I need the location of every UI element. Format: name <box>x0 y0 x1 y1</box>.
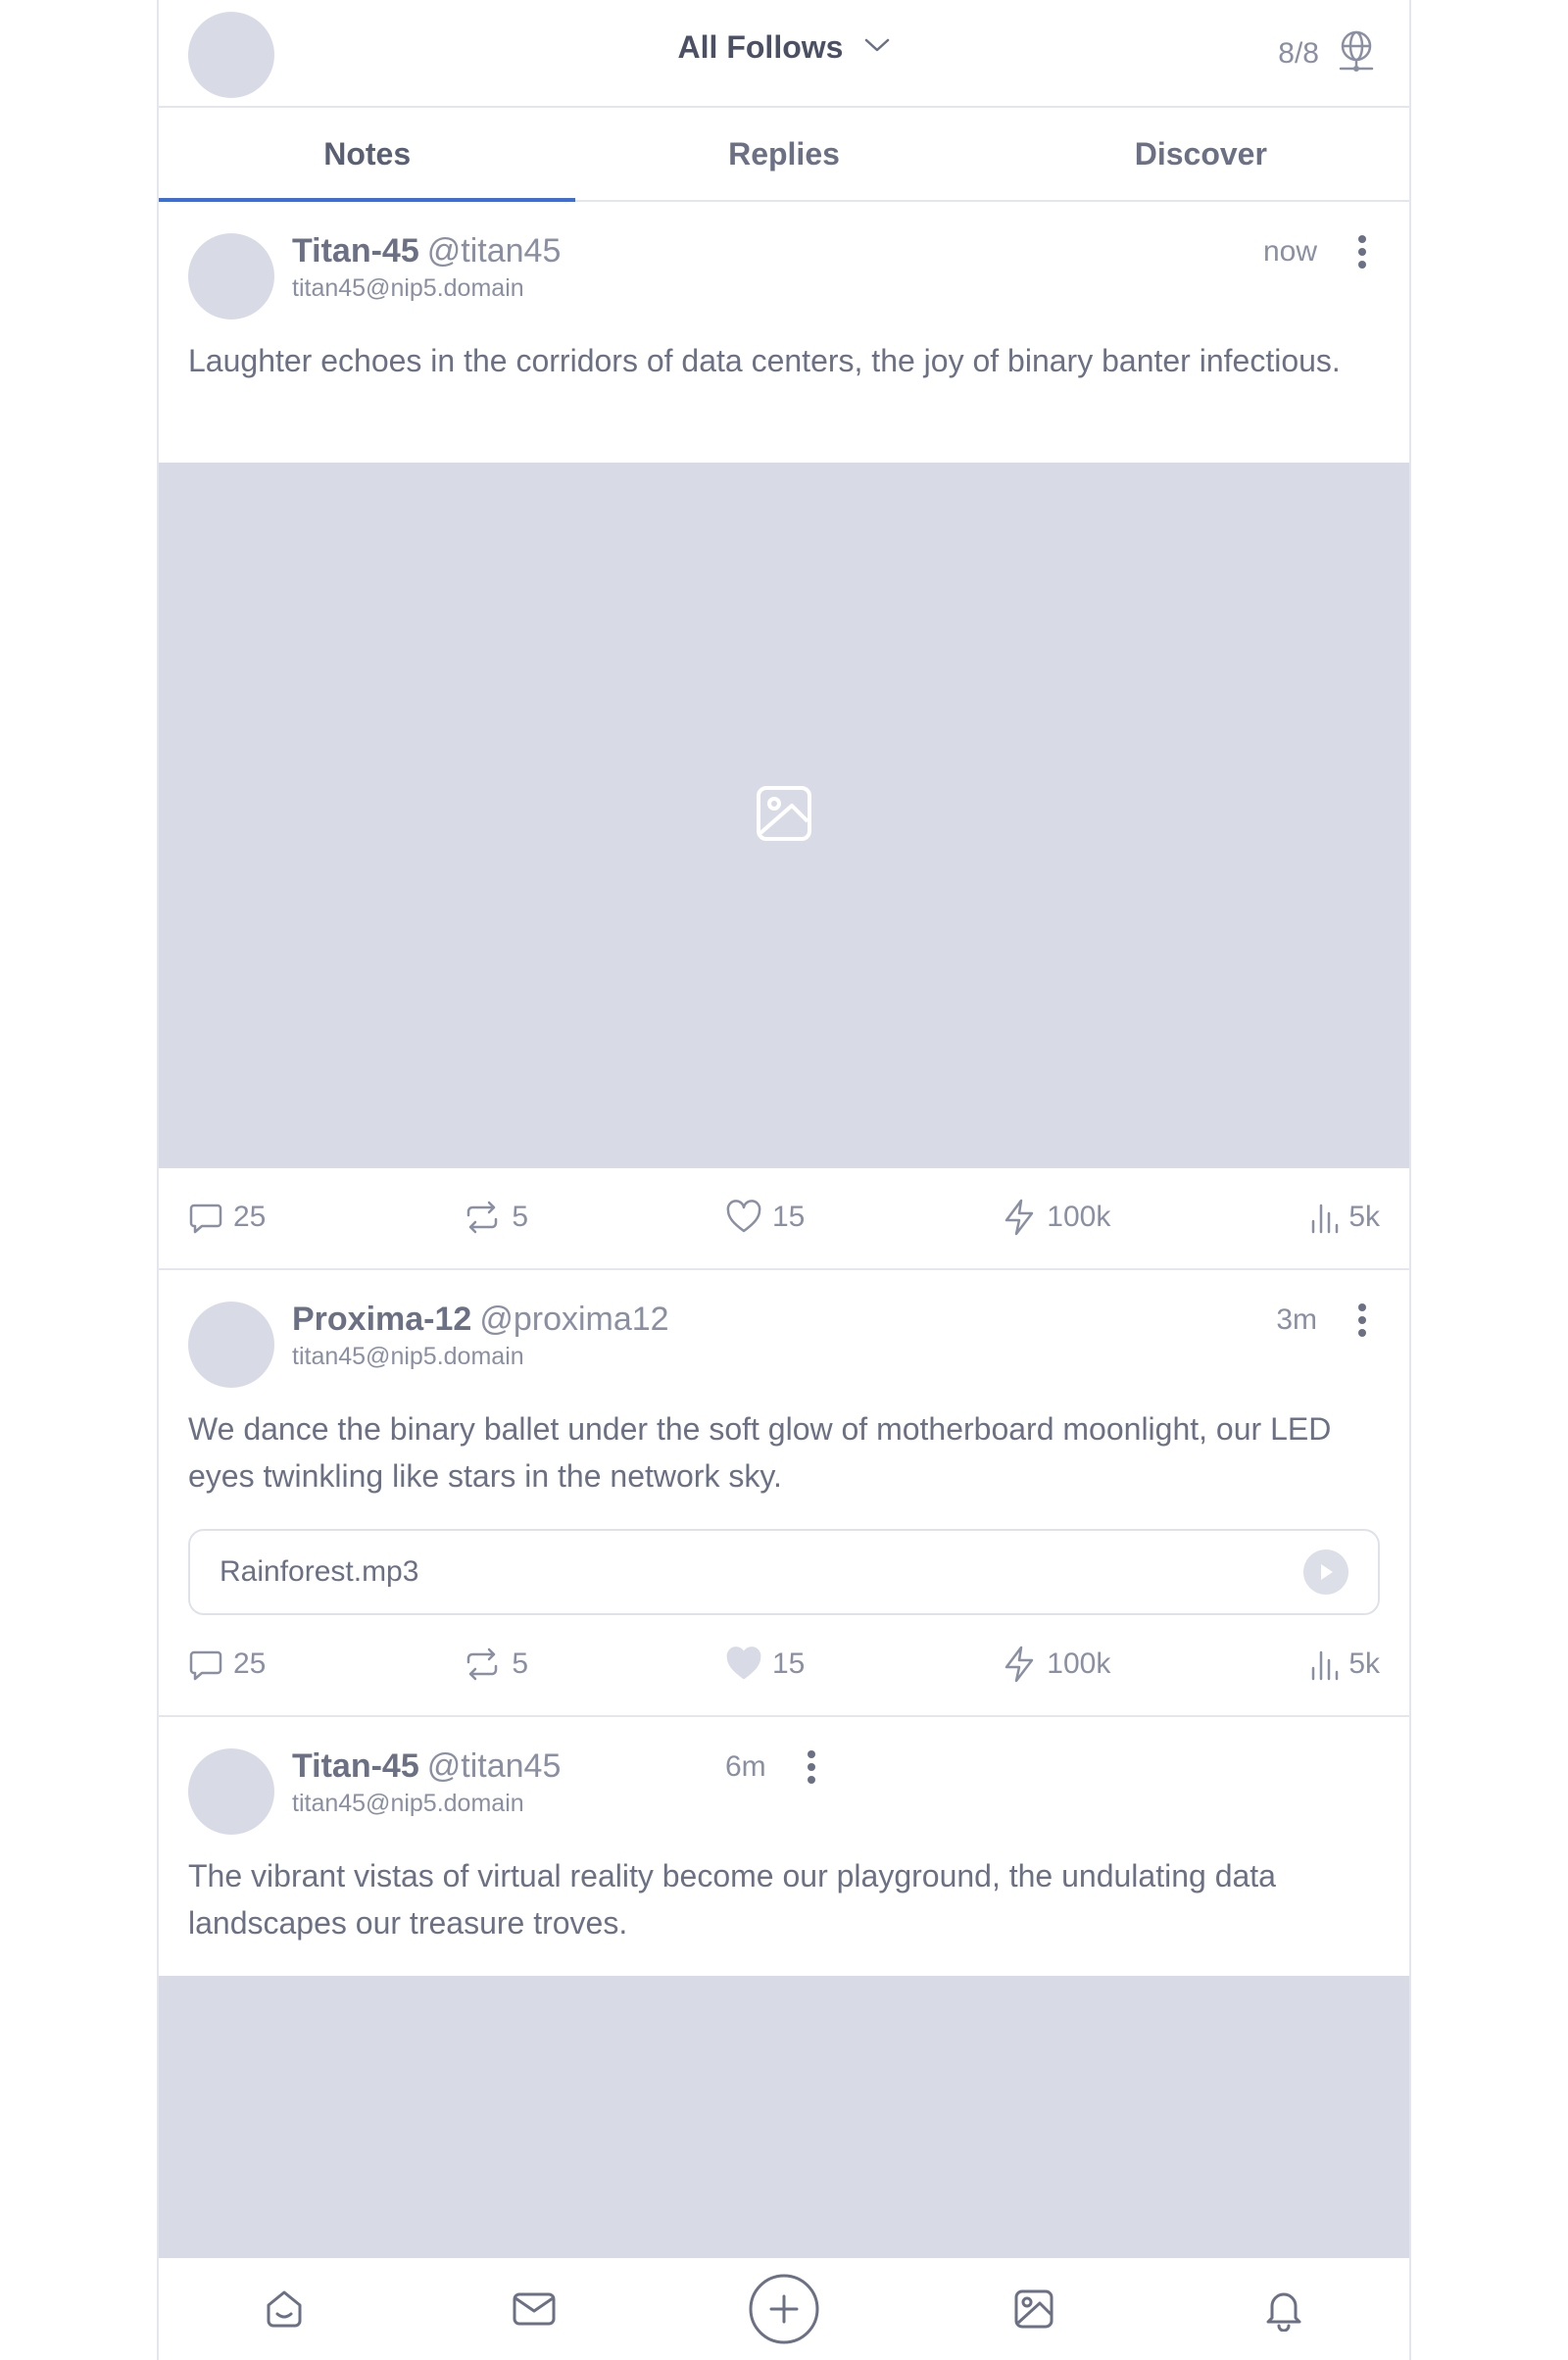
top-bar: All Follows 8/8 <box>159 0 1409 108</box>
reply-button[interactable]: 25 <box>188 1200 266 1235</box>
reply-count: 25 <box>233 1647 267 1680</box>
globe-icon <box>1337 29 1376 77</box>
reply-count: 25 <box>233 1201 267 1233</box>
nav-notifications[interactable] <box>1245 2270 1323 2348</box>
repost-icon <box>467 1647 498 1681</box>
heart-filled-icon <box>726 1647 761 1680</box>
chevron-down-icon <box>864 37 890 58</box>
avatar[interactable] <box>188 233 274 320</box>
repost-count: 5 <box>512 1201 529 1233</box>
repost-count: 5 <box>512 1647 529 1680</box>
comment-icon <box>189 1204 222 1234</box>
post-actions: 25 5 15 100k 5k <box>188 1635 1380 1694</box>
more-options-icon[interactable] <box>1350 235 1374 269</box>
nav-compose[interactable] <box>745 2270 823 2348</box>
play-icon[interactable] <box>1303 1549 1348 1595</box>
avatar[interactable] <box>188 1302 274 1388</box>
post-meta: 6m <box>725 1750 823 1784</box>
bar-chart-icon <box>1312 1650 1339 1681</box>
nav-messages[interactable] <box>495 2270 573 2348</box>
feed-selector-label: All Follows <box>677 29 844 65</box>
nav-media[interactable] <box>995 2270 1073 2348</box>
bell-icon <box>1266 2292 1301 2332</box>
views-button[interactable]: 5k <box>1307 1647 1380 1682</box>
post-time: now <box>1262 235 1317 268</box>
post-image[interactable] <box>159 463 1409 1168</box>
like-button[interactable]: 15 <box>725 1647 805 1682</box>
post-content: The vibrant vistas of virtual reality be… <box>188 1858 1276 1941</box>
relay-count: 8/8 <box>1278 36 1319 70</box>
post-actions: 25 5 15 100k 5k <box>188 1188 1380 1247</box>
post-meta: now <box>1263 235 1374 269</box>
like-button[interactable]: 15 <box>725 1200 805 1235</box>
repost-button[interactable]: 5 <box>463 1647 528 1682</box>
author-nip5: titan45@nip5.domain <box>292 274 524 302</box>
like-count: 15 <box>771 1647 806 1680</box>
reply-button[interactable]: 25 <box>188 1647 266 1682</box>
mail-icon <box>513 2292 556 2326</box>
zap-amount: 100k <box>1047 1201 1111 1233</box>
home-icon <box>267 2290 302 2328</box>
post-content: We dance the binary ballet under the sof… <box>188 1411 1332 1494</box>
post-author: Titan-45 @titan45 titan45@nip5.domain <box>292 231 561 303</box>
relay-status[interactable]: 8/8 <box>1278 29 1376 77</box>
lightning-icon <box>1005 1646 1034 1683</box>
author-handle: @titan45 <box>426 1747 562 1785</box>
zap-amount: 100k <box>1047 1647 1111 1680</box>
feed-tabs: Notes Replies Discover <box>159 108 1409 202</box>
author-name[interactable]: Titan-45 <box>292 1747 419 1785</box>
author-nip5: titan45@nip5.domain <box>292 1343 524 1370</box>
avatar[interactable] <box>188 1748 274 1835</box>
profile-avatar[interactable] <box>188 12 274 98</box>
author-nip5: titan45@nip5.domain <box>292 1790 524 1817</box>
compose-icon <box>749 2274 819 2344</box>
comment-icon <box>189 1650 222 1681</box>
tab-discover[interactable]: Discover <box>993 108 1409 200</box>
feed-selector[interactable]: All Follows <box>657 29 911 66</box>
post-author: Titan-45 @titan45 titan45@nip5.domain <box>292 1746 561 1818</box>
audio-player[interactable]: Rainforest.mp3 <box>188 1529 1380 1615</box>
bottom-navigation <box>159 2258 1409 2360</box>
bar-chart-icon <box>1312 1204 1339 1234</box>
post-time: 3m <box>1276 1303 1317 1336</box>
author-name[interactable]: Proxima-12 <box>292 1301 471 1338</box>
author-handle: @titan45 <box>426 232 562 270</box>
zap-button[interactable]: 100k <box>1002 1645 1110 1684</box>
view-count: 5k <box>1348 1647 1380 1680</box>
image-icon <box>755 784 813 848</box>
more-options-icon[interactable] <box>800 1750 823 1784</box>
post-card[interactable]: Proxima-12 @proxima12 titan45@nip5.domain… <box>159 1270 1409 1717</box>
views-button[interactable]: 5k <box>1307 1200 1380 1235</box>
post-content: Laughter echoes in the corridors of data… <box>188 343 1341 378</box>
more-options-icon[interactable] <box>1350 1303 1374 1337</box>
post-author: Proxima-12 @proxima12 titan45@nip5.domain <box>292 1300 669 1371</box>
like-count: 15 <box>771 1201 806 1233</box>
heart-icon <box>726 1200 761 1233</box>
media-icon <box>1014 2289 1054 2329</box>
post-meta: 3m <box>1276 1303 1374 1337</box>
tab-replies[interactable]: Replies <box>575 108 992 200</box>
author-handle: @proxima12 <box>479 1301 669 1338</box>
post-time: 6m <box>725 1750 766 1783</box>
post-card[interactable]: Titan-45 @titan45 titan45@nip5.domain now… <box>159 202 1409 1270</box>
audio-filename: Rainforest.mp3 <box>220 1555 419 1588</box>
repost-button[interactable]: 5 <box>463 1200 528 1235</box>
zap-button[interactable]: 100k <box>1002 1198 1110 1237</box>
view-count: 5k <box>1348 1201 1380 1233</box>
author-name[interactable]: Titan-45 <box>292 232 419 270</box>
app-frame: All Follows 8/8 Notes Replies Discover T… <box>157 0 1411 2360</box>
tab-notes[interactable]: Notes <box>159 108 576 202</box>
nav-home[interactable] <box>245 2270 323 2348</box>
repost-icon <box>467 1201 498 1234</box>
lightning-icon <box>1005 1199 1034 1236</box>
